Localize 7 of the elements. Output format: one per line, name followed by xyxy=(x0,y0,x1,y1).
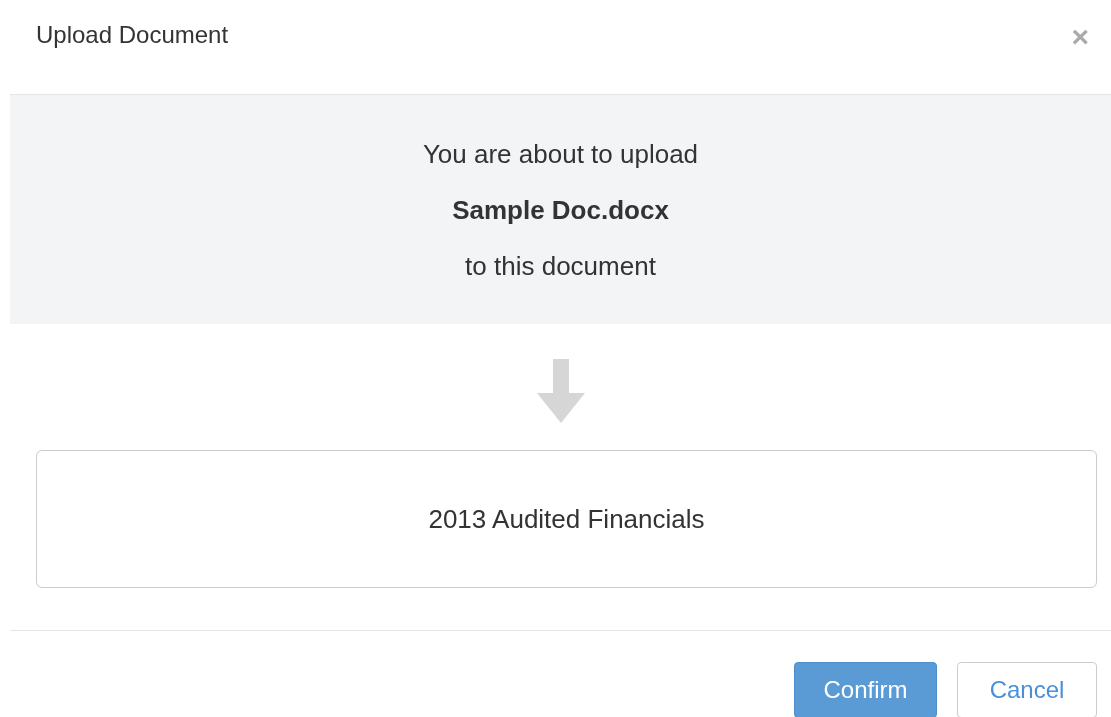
upload-message: You are about to upload Sample Doc.docx to this document xyxy=(422,137,699,283)
close-button[interactable]: × xyxy=(1071,22,1089,52)
target-document: 2013 Audited Financials xyxy=(36,450,1097,588)
cancel-button[interactable]: Cancel xyxy=(957,662,1097,717)
down-arrow-icon xyxy=(535,359,586,423)
confirm-button[interactable]: Confirm xyxy=(794,662,937,717)
dialog-title: Upload Document xyxy=(36,21,229,49)
